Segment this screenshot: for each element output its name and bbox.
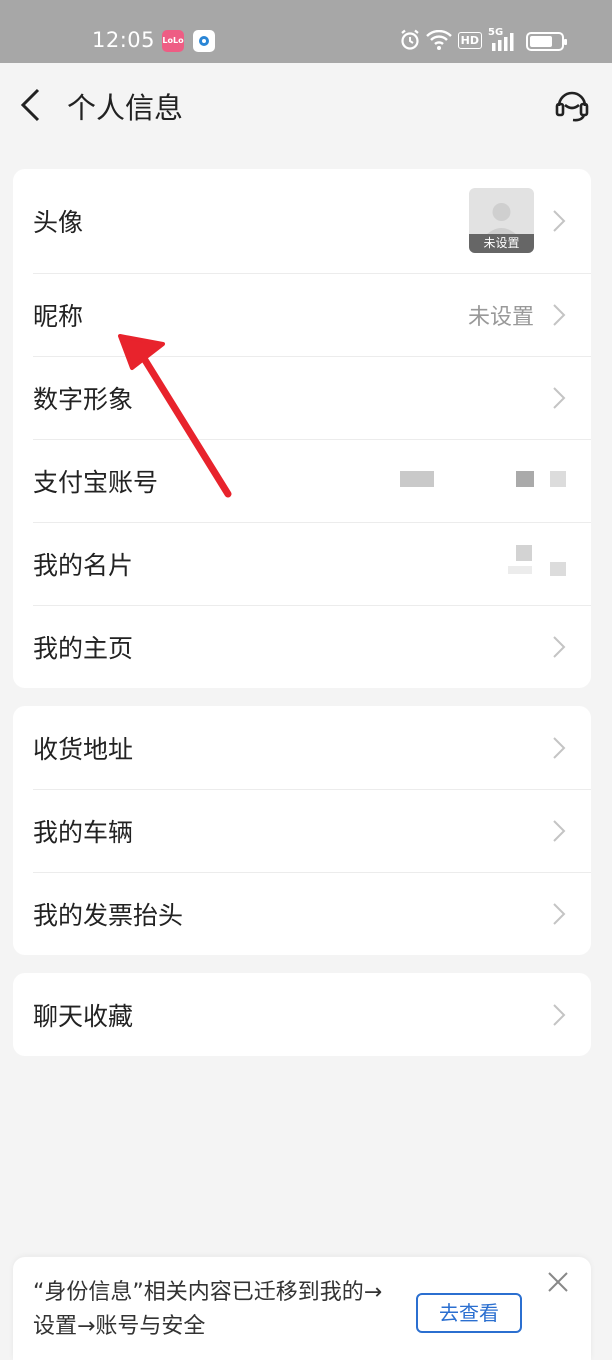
row-shipping-address[interactable]: 收货地址 xyxy=(13,706,591,789)
chevron-right-icon xyxy=(553,736,566,759)
profile-card: 头像 未设置 昵称 未设置 数字形象 支付宝账号 我的名片 我的主页 xyxy=(13,169,591,688)
row-avatar[interactable]: 头像 未设置 xyxy=(13,169,591,273)
row-label: 我的名片 xyxy=(33,550,134,580)
nickname-value: 未设置 xyxy=(467,304,534,330)
wifi-icon xyxy=(425,30,452,50)
row-invoice-header[interactable]: 我的发票抬头 xyxy=(13,872,591,955)
row-label: 昵称 xyxy=(33,301,84,331)
chevron-right-icon xyxy=(553,303,566,326)
chat-card: 聊天收藏 xyxy=(13,973,591,1056)
hd-indicator: HD xyxy=(457,31,482,49)
back-button[interactable] xyxy=(18,87,44,123)
row-label: 数字形象 xyxy=(33,384,134,414)
masked-info-block xyxy=(508,566,532,574)
row-chat-favorites[interactable]: 聊天收藏 xyxy=(13,973,591,1056)
row-label: 收货地址 xyxy=(33,734,134,764)
page-title: 个人信息 xyxy=(67,91,184,125)
status-time: 12:05 xyxy=(92,28,156,52)
row-nickname[interactable]: 昵称 未设置 xyxy=(13,273,591,356)
chevron-right-icon xyxy=(553,635,566,658)
app-notification-icon-2 xyxy=(193,30,215,52)
migration-notice-banner: “身份信息”相关内容已迁移到我的→设置→账号与安全 去查看 xyxy=(13,1257,591,1360)
status-bar: 12:05 LoLo HD 5G xyxy=(0,0,612,63)
masked-info-block xyxy=(516,471,534,487)
masked-info-block xyxy=(550,471,566,487)
row-label: 我的车辆 xyxy=(33,817,134,847)
row-alipay-account[interactable]: 支付宝账号 xyxy=(13,439,591,522)
row-digital-avatar[interactable]: 数字形象 xyxy=(13,356,591,439)
row-homepage[interactable]: 我的主页 xyxy=(13,605,591,688)
status-icons: HD 5G xyxy=(400,27,516,51)
battery-icon xyxy=(526,32,567,51)
app-notification-icon: LoLo xyxy=(162,30,184,52)
avatar-status-label: 未设置 xyxy=(469,234,534,253)
row-business-card[interactable]: 我的名片 xyxy=(13,522,591,605)
row-label: 支付宝账号 xyxy=(33,467,159,497)
row-label: 我的主页 xyxy=(33,633,134,663)
alarm-icon xyxy=(400,29,419,50)
masked-info-block xyxy=(516,545,532,561)
chevron-right-icon xyxy=(553,819,566,842)
avatar[interactable]: 未设置 xyxy=(469,188,534,253)
view-button[interactable]: 去查看 xyxy=(416,1293,522,1333)
signal-5g-icon: 5G xyxy=(488,27,516,51)
chevron-right-icon xyxy=(553,210,566,232)
row-label: 我的发票抬头 xyxy=(33,900,184,930)
chevron-right-icon xyxy=(553,902,566,925)
masked-info-block xyxy=(400,471,434,487)
nav-bar: 个人信息 xyxy=(0,63,612,147)
masked-info-block xyxy=(550,562,566,576)
chevron-right-icon xyxy=(553,386,566,409)
close-icon[interactable] xyxy=(547,1271,569,1293)
banner-text: “身份信息”相关内容已迁移到我的→设置→账号与安全 xyxy=(33,1280,383,1339)
row-label: 聊天收藏 xyxy=(33,1001,134,1031)
chevron-right-icon xyxy=(553,1003,566,1026)
headset-icon[interactable] xyxy=(554,85,590,123)
row-label: 头像 xyxy=(33,208,84,237)
life-card: 收货地址 我的车辆 我的发票抬头 xyxy=(13,706,591,955)
row-my-vehicles[interactable]: 我的车辆 xyxy=(13,789,591,872)
